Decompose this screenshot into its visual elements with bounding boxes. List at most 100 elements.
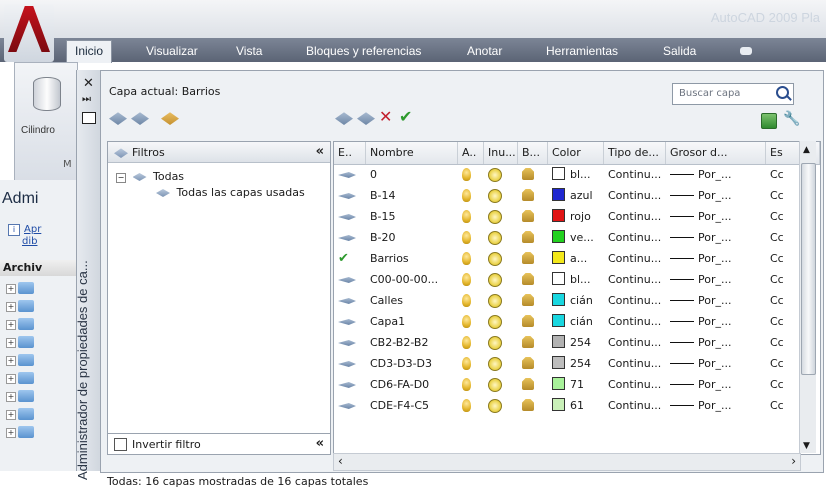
layer-linetype[interactable]: Continu...	[604, 206, 666, 227]
tab-anotar[interactable]: Anotar	[467, 43, 502, 61]
tree-node-used[interactable]: Todas las capas usadas	[156, 186, 305, 199]
layer-lineweight[interactable]: Por_...	[666, 290, 766, 311]
layer-linetype[interactable]: Continu...	[604, 269, 666, 290]
col-linetype[interactable]: Tipo de...	[604, 142, 666, 164]
col-freeze[interactable]: Inu...	[484, 142, 518, 164]
table-row[interactable]: ✔ Barrios a... Continu... Por_... Cc	[334, 248, 814, 269]
layer-color[interactable]: azul	[548, 185, 604, 206]
layer-color[interactable]: 61	[548, 395, 604, 416]
layer-name[interactable]: Barrios	[366, 248, 458, 269]
layer-lineweight[interactable]: Por_...	[666, 206, 766, 227]
table-row[interactable]: 0 bl... Continu... Por_... Cc	[334, 164, 814, 185]
table-row[interactable]: B-14 azul Continu... Por_... Cc	[334, 185, 814, 206]
col-lineweight[interactable]: Grosor d...	[666, 142, 766, 164]
collapse-filters-button[interactable]: «	[316, 144, 324, 159]
table-row[interactable]: Calles cián Continu... Por_... Cc	[334, 290, 814, 311]
expand-icon[interactable]: +	[6, 284, 16, 294]
layer-name[interactable]: CD3-D3-D3	[366, 353, 458, 374]
table-row[interactable]: CB2-B2-B2 254 Continu... Por_... Cc	[334, 332, 814, 353]
layer-lineweight[interactable]: Por_...	[666, 311, 766, 332]
layer-lineweight[interactable]: Por_...	[666, 353, 766, 374]
info-link-line1[interactable]: Apr	[24, 224, 41, 235]
layer-color[interactable]: 254	[548, 332, 604, 353]
table-row[interactable]: B-15 rojo Continu... Por_... Cc	[334, 206, 814, 227]
layer-linetype[interactable]: Continu...	[604, 290, 666, 311]
sun-icon[interactable]	[488, 399, 502, 413]
invert-collapse-button[interactable]: «	[316, 436, 324, 451]
scroll-left-icon[interactable]: ‹	[338, 454, 343, 468]
lock-icon[interactable]	[522, 210, 534, 222]
sun-icon[interactable]	[488, 315, 502, 329]
invert-filter-label[interactable]: Invertir filtro	[132, 438, 201, 451]
layer-lineweight[interactable]: Por_...	[666, 395, 766, 416]
col-name[interactable]: Nombre	[366, 142, 458, 164]
layer-lineweight[interactable]: Por_...	[666, 227, 766, 248]
layer-linetype[interactable]: Continu...	[604, 227, 666, 248]
table-row[interactable]: CD6-FA-D0 71 Continu... Por_... Cc	[334, 374, 814, 395]
new-property-filter-icon[interactable]	[109, 112, 127, 125]
new-layer-icon[interactable]	[335, 112, 353, 125]
layer-color[interactable]: cián	[548, 311, 604, 332]
tree-collapse-icon[interactable]: −	[116, 173, 126, 183]
layer-lineweight[interactable]: Por_...	[666, 164, 766, 185]
sun-icon[interactable]	[488, 273, 502, 287]
sun-icon[interactable]	[488, 336, 502, 350]
layer-linetype[interactable]: Continu...	[604, 374, 666, 395]
lightbulb-icon[interactable]	[462, 357, 471, 370]
lock-icon[interactable]	[522, 399, 534, 411]
expand-icon[interactable]: +	[6, 428, 16, 438]
expand-icon[interactable]: +	[6, 338, 16, 348]
layer-color[interactable]: ve...	[548, 227, 604, 248]
layer-linetype[interactable]: Continu...	[604, 395, 666, 416]
layer-name[interactable]: CDE-F4-C5	[366, 395, 458, 416]
layer-lineweight[interactable]: Por_...	[666, 248, 766, 269]
col-color[interactable]: Color	[548, 142, 604, 164]
layer-name[interactable]: CB2-B2-B2	[366, 332, 458, 353]
vertical-scrollbar[interactable]: ▲ ▼	[799, 141, 816, 453]
lock-icon[interactable]	[522, 378, 534, 390]
info-row[interactable]: i Apr dib	[8, 224, 41, 247]
lightbulb-icon[interactable]	[462, 168, 471, 181]
layer-color[interactable]: 254	[548, 353, 604, 374]
table-row[interactable]: CDE-F4-C5 61 Continu... Por_... Cc	[334, 395, 814, 416]
scroll-up-icon[interactable]: ▲	[803, 145, 810, 155]
tab-visualizar[interactable]: Visualizar	[146, 43, 198, 61]
layer-linetype[interactable]: Continu...	[604, 353, 666, 374]
expand-icon[interactable]: +	[6, 374, 16, 384]
layer-name[interactable]: 0	[366, 164, 458, 185]
lock-icon[interactable]	[522, 189, 534, 201]
col-lock[interactable]: B...	[518, 142, 548, 164]
layer-lineweight[interactable]: Por_...	[666, 332, 766, 353]
lightbulb-icon[interactable]	[462, 189, 471, 202]
lightbulb-icon[interactable]	[462, 294, 471, 307]
lock-icon[interactable]	[522, 336, 534, 348]
close-icon[interactable]: ✕	[83, 76, 94, 91]
lock-icon[interactable]	[522, 273, 534, 285]
layer-color[interactable]: rojo	[548, 206, 604, 227]
info-link-line2[interactable]: dib	[22, 236, 37, 247]
refresh-icon[interactable]	[761, 113, 777, 129]
lightbulb-icon[interactable]	[462, 336, 471, 349]
autohide-icon[interactable]: ⏭	[82, 94, 91, 105]
expand-icon[interactable]: +	[6, 392, 16, 402]
lightbulb-icon[interactable]	[462, 210, 471, 223]
ribbon-toggle-button[interactable]	[740, 43, 752, 61]
layer-name[interactable]: CD6-FA-D0	[366, 374, 458, 395]
lightbulb-icon[interactable]	[462, 399, 471, 412]
lock-icon[interactable]	[522, 168, 534, 180]
col-on[interactable]: A..	[458, 142, 484, 164]
scroll-right-icon[interactable]: ›	[791, 454, 796, 468]
tab-bloques[interactable]: Bloques y referencias	[306, 43, 421, 61]
layer-name[interactable]: B-14	[366, 185, 458, 206]
layer-color[interactable]: 71	[548, 374, 604, 395]
col-status[interactable]: E..	[334, 142, 366, 164]
tab-vista[interactable]: Vista	[236, 43, 262, 61]
sun-icon[interactable]	[488, 378, 502, 392]
delete-layer-icon[interactable]: ✕	[379, 109, 397, 125]
expand-icon[interactable]: +	[6, 356, 16, 366]
tree-node-all[interactable]: − Todas	[116, 170, 184, 183]
lightbulb-icon[interactable]	[462, 273, 471, 286]
lock-icon[interactable]	[522, 315, 534, 327]
sun-icon[interactable]	[488, 252, 502, 266]
layer-linetype[interactable]: Continu...	[604, 311, 666, 332]
